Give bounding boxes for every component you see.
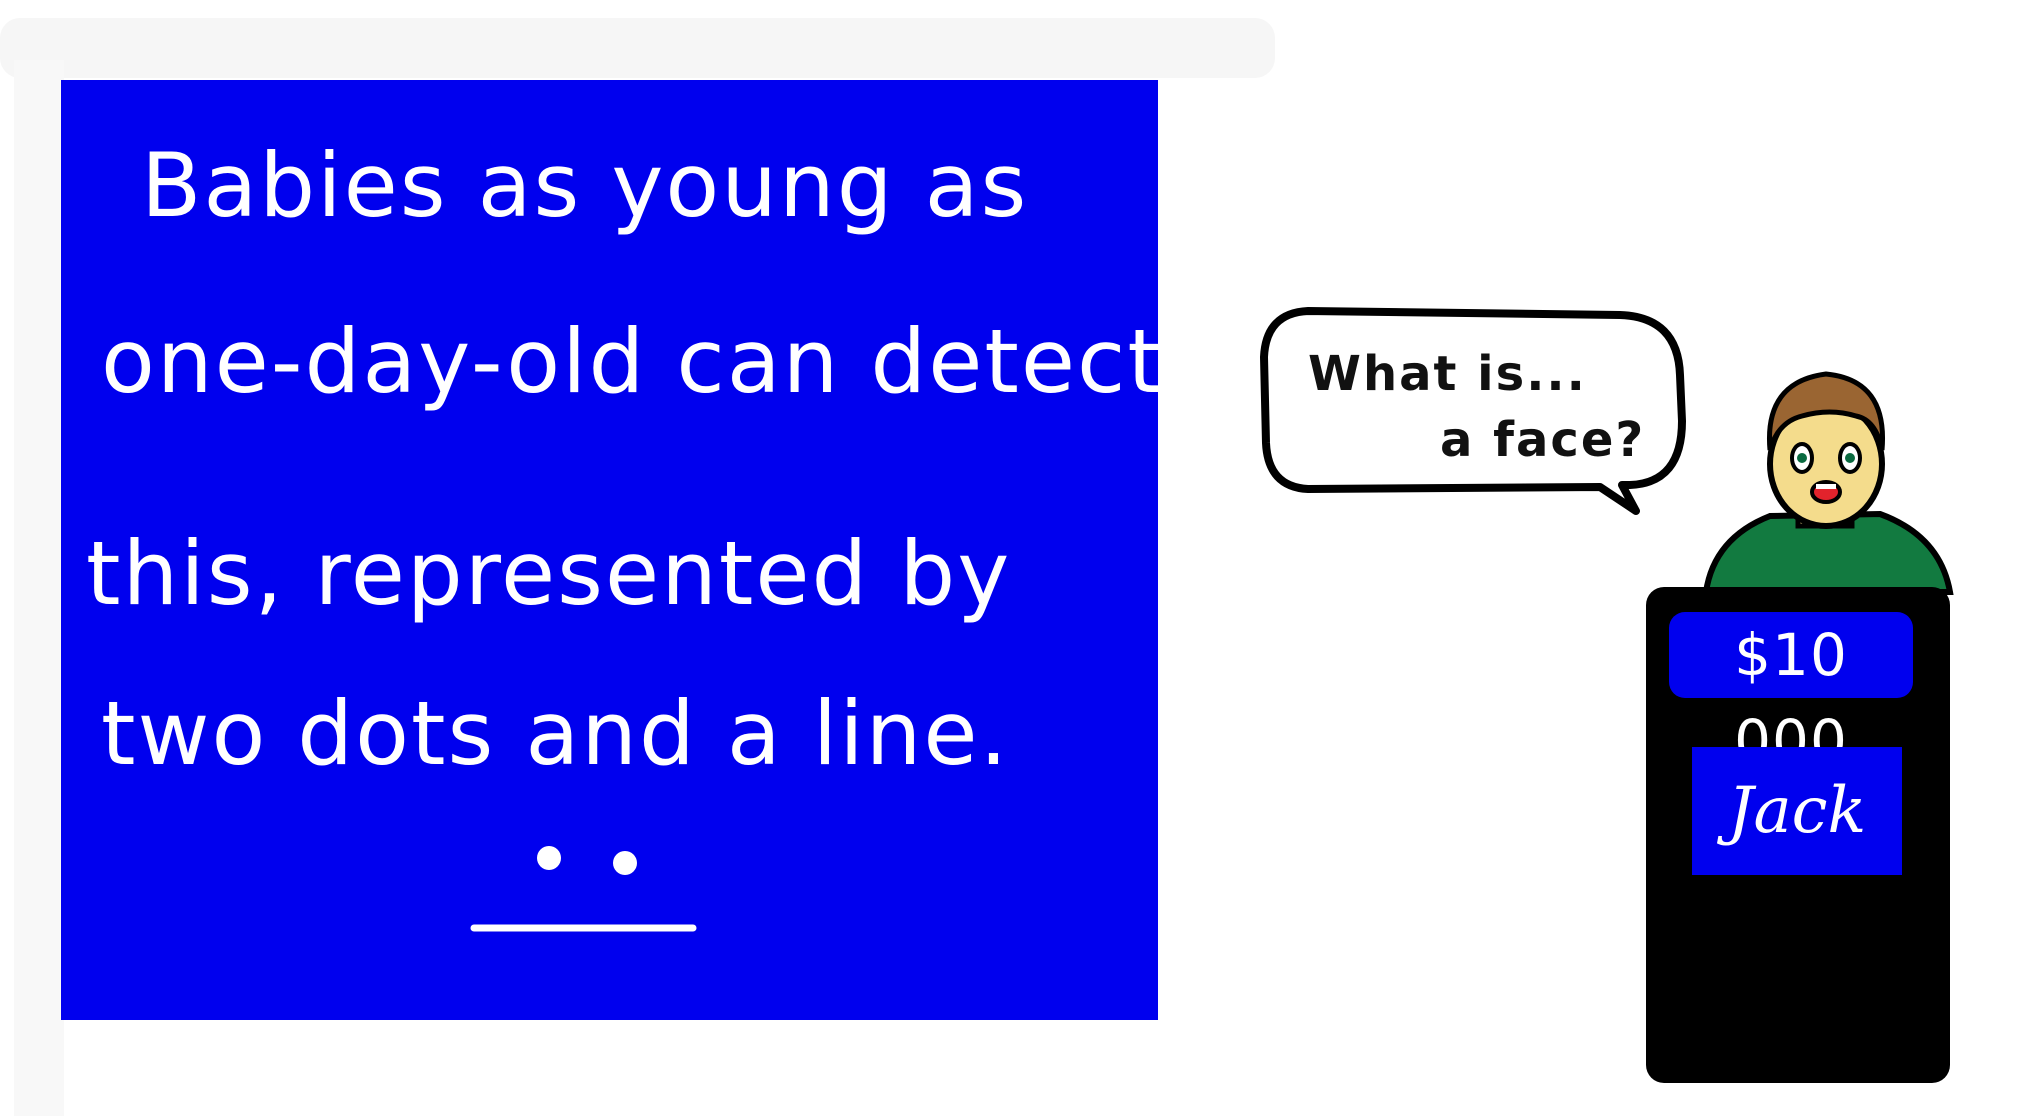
left-dot [537, 846, 561, 870]
contestant-name: Jack [1727, 774, 1867, 848]
background-smudge-left [14, 60, 64, 1116]
right-dot [613, 851, 637, 875]
contestant-jack-illustration [1702, 371, 1954, 595]
score-value: $10 000 [1734, 621, 1848, 775]
speech-line-1: What is... [1308, 346, 1587, 402]
face-dots-line-drawing [470, 846, 697, 932]
clue-board: Babies as young as one-day-old can detec… [61, 80, 1162, 1020]
background-smudge [0, 18, 1275, 78]
speech-line-2: a face? [1440, 412, 1646, 468]
